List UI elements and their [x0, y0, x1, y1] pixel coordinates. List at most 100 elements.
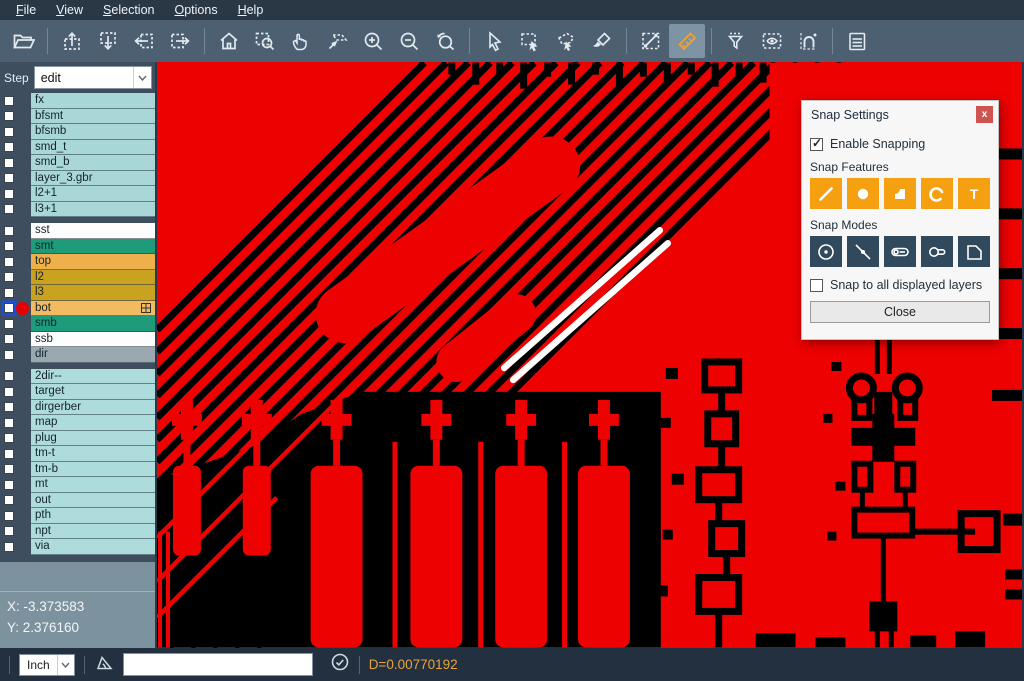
- layer-visibility-checkbox[interactable]: [4, 542, 14, 552]
- enable-snapping-row[interactable]: Enable Snapping: [810, 137, 990, 151]
- layer-row-smd_t[interactable]: smd_t: [0, 140, 155, 156]
- layer-row-sst[interactable]: sst: [0, 223, 155, 239]
- filter-button[interactable]: [718, 24, 754, 58]
- layer-row-smd_b[interactable]: smd_b: [0, 155, 155, 171]
- dialog-title-bar[interactable]: Snap Settings x: [802, 101, 998, 128]
- command-input[interactable]: [123, 653, 313, 676]
- snap-mode-contour-button[interactable]: [958, 236, 990, 267]
- layer-visibility-checkbox[interactable]: [4, 350, 14, 360]
- layer-row-plug[interactable]: plug: [0, 431, 155, 447]
- layer-row-top[interactable]: top: [0, 254, 155, 270]
- layer-row-map[interactable]: map: [0, 415, 155, 431]
- layer-row-smb[interactable]: smb: [0, 316, 155, 332]
- view-down-button[interactable]: [90, 24, 126, 58]
- snap-all-layers-checkbox[interactable]: [810, 279, 823, 292]
- snap-feature-text-button[interactable]: T: [958, 178, 990, 209]
- view-up-button[interactable]: [54, 24, 90, 58]
- layer-row-fx[interactable]: fx: [0, 93, 155, 109]
- select-polygon-button[interactable]: [548, 24, 584, 58]
- snap-feature-pad-button[interactable]: [847, 178, 879, 209]
- layer-row-mt[interactable]: mt: [0, 477, 155, 493]
- layer-row-layer_3.gbr[interactable]: layer_3.gbr: [0, 171, 155, 187]
- layer-visibility-checkbox[interactable]: [4, 464, 14, 474]
- pcb-canvas[interactable]: Snap Settings x Enable Snapping Snap Fea…: [157, 62, 1022, 648]
- layer-visibility-checkbox[interactable]: [4, 96, 14, 106]
- layer-visibility-checkbox[interactable]: [4, 142, 14, 152]
- select-rectangle-button[interactable]: [512, 24, 548, 58]
- select-button[interactable]: [476, 24, 512, 58]
- menu-selection[interactable]: Selection: [93, 1, 164, 20]
- zoom-window-button[interactable]: [247, 24, 283, 58]
- paint-button[interactable]: [584, 24, 620, 58]
- snap-feature-arc-button[interactable]: [921, 178, 953, 209]
- step-select[interactable]: edit: [34, 66, 152, 89]
- layer-row-l2+1[interactable]: l2+1: [0, 186, 155, 202]
- layer-visibility-checkbox[interactable]: [4, 303, 14, 313]
- layer-visibility-checkbox[interactable]: [4, 511, 14, 521]
- snap-mode-center-button[interactable]: [810, 236, 842, 267]
- layer-row-npt[interactable]: npt: [0, 524, 155, 540]
- layer-visibility-checkbox[interactable]: [4, 371, 14, 381]
- layer-row-2dir--[interactable]: 2dir--: [0, 369, 155, 385]
- layer-row-smt[interactable]: smt: [0, 239, 155, 255]
- layer-visibility-checkbox[interactable]: [4, 526, 14, 536]
- layer-row-tm-b[interactable]: tm-b: [0, 462, 155, 478]
- menu-help[interactable]: Help: [228, 1, 274, 20]
- layer-row-bfsmb[interactable]: bfsmb: [0, 124, 155, 140]
- dialog-close-icon[interactable]: x: [976, 106, 993, 123]
- layer-visibility-checkbox[interactable]: [4, 111, 14, 121]
- measure-distance-button[interactable]: [633, 24, 669, 58]
- layer-visibility-checkbox[interactable]: [4, 334, 14, 344]
- layer-visibility-checkbox[interactable]: [4, 402, 14, 412]
- view-options-button[interactable]: [754, 24, 790, 58]
- snap-mode-slot-button[interactable]: [921, 236, 953, 267]
- layer-row-bfsmt[interactable]: bfsmt: [0, 109, 155, 125]
- layer-row-l2[interactable]: l2: [0, 270, 155, 286]
- open-button[interactable]: [5, 24, 41, 58]
- layer-visibility-checkbox[interactable]: [4, 204, 14, 214]
- zoom-previous-button[interactable]: [427, 24, 463, 58]
- layer-row-l3[interactable]: l3: [0, 285, 155, 301]
- layer-row-tm-t[interactable]: tm-t: [0, 446, 155, 462]
- layers-panel-button[interactable]: [839, 24, 875, 58]
- apply-icon[interactable]: [330, 652, 350, 677]
- layer-row-pth[interactable]: pth: [0, 508, 155, 524]
- close-button[interactable]: Close: [810, 301, 990, 323]
- layer-visibility-checkbox[interactable]: [4, 272, 14, 282]
- layer-row-bot[interactable]: bot: [0, 301, 155, 317]
- menu-options[interactable]: Options: [164, 1, 227, 20]
- pan-button[interactable]: [283, 24, 319, 58]
- view-left-button[interactable]: [126, 24, 162, 58]
- layer-row-l3+1[interactable]: l3+1: [0, 202, 155, 218]
- snap-mode-midpoint-button[interactable]: [847, 236, 879, 267]
- enable-snapping-checkbox[interactable]: [810, 138, 823, 151]
- layer-visibility-checkbox[interactable]: [4, 241, 14, 251]
- snap-button[interactable]: [790, 24, 826, 58]
- layer-row-via[interactable]: via: [0, 539, 155, 555]
- layer-visibility-checkbox[interactable]: [4, 127, 14, 137]
- layer-visibility-checkbox[interactable]: [4, 158, 14, 168]
- layer-visibility-checkbox[interactable]: [4, 257, 14, 267]
- menu-file[interactable]: File: [6, 1, 46, 20]
- move-view-button[interactable]: [319, 24, 355, 58]
- unit-select[interactable]: Inch: [19, 654, 75, 676]
- zoom-out-button[interactable]: [391, 24, 427, 58]
- layer-visibility-checkbox[interactable]: [4, 226, 14, 236]
- layer-visibility-checkbox[interactable]: [4, 418, 14, 428]
- snap-feature-surface-button[interactable]: [884, 178, 916, 209]
- layer-row-ssb[interactable]: ssb: [0, 332, 155, 348]
- layer-visibility-checkbox[interactable]: [4, 288, 14, 298]
- snap-mode-slot-horizontal-button[interactable]: [884, 236, 916, 267]
- menu-view[interactable]: View: [46, 1, 93, 20]
- ruler-button[interactable]: [669, 24, 705, 58]
- snap-feature-line-button[interactable]: [810, 178, 842, 209]
- layer-visibility-checkbox[interactable]: [4, 319, 14, 329]
- layer-row-target[interactable]: target: [0, 384, 155, 400]
- layer-visibility-checkbox[interactable]: [4, 387, 14, 397]
- home-view-button[interactable]: [211, 24, 247, 58]
- layer-visibility-checkbox[interactable]: [4, 189, 14, 199]
- layer-visibility-checkbox[interactable]: [4, 495, 14, 505]
- layer-visibility-checkbox[interactable]: [4, 480, 14, 490]
- layer-visibility-checkbox[interactable]: [4, 449, 14, 459]
- view-right-button[interactable]: [162, 24, 198, 58]
